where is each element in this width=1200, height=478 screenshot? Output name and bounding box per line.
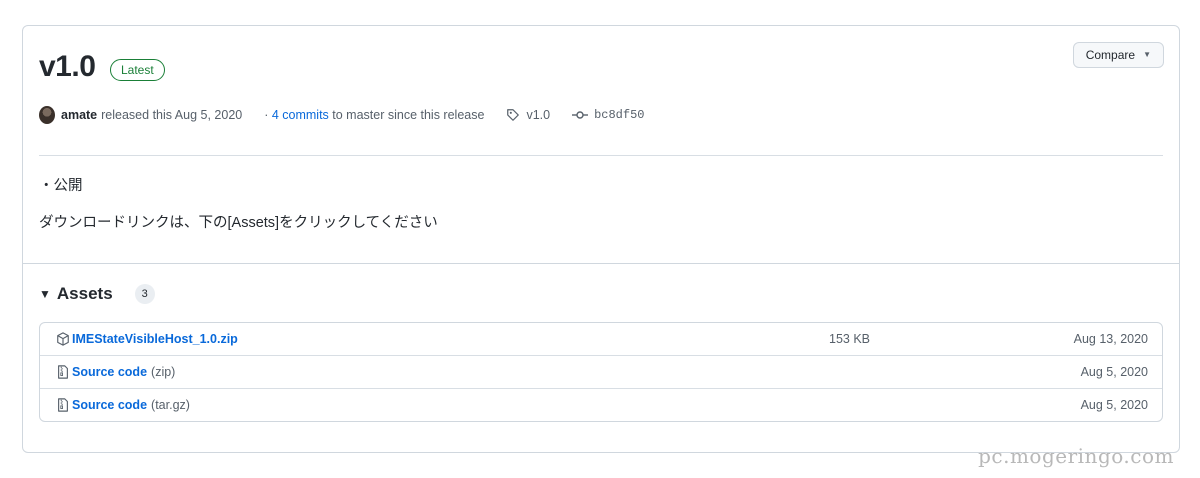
divider — [23, 263, 1179, 264]
tag-icon — [507, 109, 520, 121]
asset-row: Source code (zip) Aug 5, 2020 — [40, 355, 1162, 388]
asset-row: Source code (tar.gz) Aug 5, 2020 — [40, 388, 1162, 421]
asset-date: Aug 5, 2020 — [1080, 365, 1148, 379]
asset-link[interactable]: Source code (tar.gz) — [72, 398, 190, 412]
file-zip-icon — [56, 365, 70, 379]
asset-date: Aug 5, 2020 — [1080, 398, 1148, 412]
released-text: released this Aug 5, 2020 — [101, 108, 243, 122]
compare-label: Compare — [1085, 48, 1136, 62]
commit-sha: bc8df50 — [594, 108, 645, 122]
asset-size: 153 KB — [829, 332, 871, 346]
release-note-line-1: ・公開 — [39, 178, 83, 194]
git-commit-icon — [572, 111, 589, 119]
asset-link-label: Source code — [72, 398, 148, 412]
assets-toggle[interactable]: ▼ Assets 3 — [39, 284, 155, 304]
commit-link[interactable]: bc8df50 — [572, 108, 645, 122]
watermark: pc.mogeringo.com — [978, 444, 1174, 468]
release-title[interactable]: v1.0 — [39, 50, 96, 84]
tag-link[interactable]: v1.0 — [506, 108, 550, 122]
commits-suffix: to master since this release — [328, 108, 485, 122]
file-zip-icon — [56, 398, 70, 412]
avatar[interactable] — [39, 106, 55, 124]
assets-list: IMEStateVisibleHost_1.0.zip 153 KB Aug 1… — [39, 322, 1163, 422]
asset-link[interactable]: IMEStateVisibleHost_1.0.zip — [72, 332, 238, 346]
commits-info: · 4 commits to master since this release — [264, 108, 484, 122]
asset-link[interactable]: Source code (zip) — [72, 365, 175, 379]
release-card: v1.0 Latest Compare ▼ amate released thi… — [22, 25, 1180, 453]
author-link[interactable]: amate — [61, 108, 97, 122]
asset-format: (tar.gz) — [151, 398, 190, 412]
asset-date: Aug 13, 2020 — [1073, 332, 1148, 346]
chevron-down-icon: ▼ — [1143, 50, 1151, 59]
asset-format: (zip) — [151, 365, 176, 379]
divider — [39, 155, 1163, 156]
asset-link-label: Source code — [72, 365, 148, 379]
triangle-down-icon: ▼ — [39, 287, 51, 301]
commits-prefix: · — [264, 108, 272, 122]
compare-button[interactable]: Compare ▼ — [1072, 42, 1164, 68]
assets-heading: Assets — [56, 284, 113, 303]
latest-badge: Latest — [110, 59, 165, 81]
release-meta: amate released this Aug 5, 2020 · 4 comm… — [39, 105, 645, 125]
release-note-line-2: ダウンロードリンクは、下の[Assets]をクリックしてください — [39, 215, 438, 231]
commits-link[interactable]: 4 commits — [272, 108, 329, 122]
asset-row: IMEStateVisibleHost_1.0.zip 153 KB Aug 1… — [40, 323, 1162, 355]
package-icon — [56, 332, 70, 346]
assets-count-badge: 3 — [134, 284, 155, 304]
tag-label: v1.0 — [526, 108, 551, 122]
